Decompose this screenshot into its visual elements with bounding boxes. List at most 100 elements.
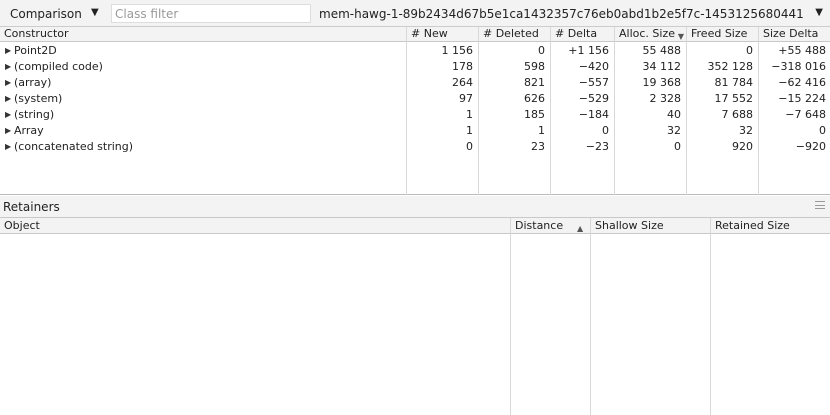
constructor-cell: ▶ (array) <box>0 75 51 91</box>
column-header-shallow-size[interactable]: Shallow Size <box>591 218 710 234</box>
delta-cell: −529 <box>578 92 609 105</box>
column-header-constructor[interactable]: Constructor <box>0 27 406 42</box>
column-header-alloc-size[interactable]: Alloc. Size ▼ <box>615 27 686 42</box>
table-row[interactable]: ▶ (array) 264 821 −557 19 368 81 784 −62 416 <box>0 75 830 91</box>
column-divider <box>710 218 711 415</box>
alloc-cell: 34 112 <box>642 60 682 73</box>
class-filter-input[interactable] <box>111 4 311 23</box>
triangle-right-icon[interactable]: ▶ <box>5 107 13 123</box>
alloc-cell: 19 368 <box>642 76 682 89</box>
alloc-cell: 2 328 <box>649 92 682 105</box>
constructor-cell: ▶ (concatenated string) <box>0 139 133 155</box>
freed-cell: 920 <box>732 140 753 153</box>
constructor-cell: ▶ (system) <box>0 91 62 107</box>
delta-cell: 0 <box>602 124 609 137</box>
column-header-distance-label: Distance <box>515 219 564 232</box>
alloc-cell: 55 488 <box>642 44 682 57</box>
table-row[interactable]: ▶ (system) 97 626 −529 2 328 17 552 −15 224 <box>0 91 830 107</box>
constructor-name: (concatenated string) <box>14 140 134 153</box>
freed-cell: 0 <box>746 44 753 57</box>
column-header-distance[interactable]: Distance ▲ <box>511 218 590 234</box>
column-divider <box>510 218 511 415</box>
retainers-title: Retainers <box>3 200 60 214</box>
alloc-cell: 0 <box>674 140 681 153</box>
table-row[interactable]: ▶ Point2D 1 156 0 +1 156 55 488 0 +55 488 <box>0 43 830 59</box>
table-row[interactable]: ▶ (string) 1 185 −184 40 7 688 −7 648 <box>0 107 830 123</box>
new-cell: 0 <box>466 140 473 153</box>
column-header-retained-size[interactable]: Retained Size <box>711 218 830 234</box>
constructor-cell: ▶ Array <box>0 123 44 139</box>
freed-cell: 352 128 <box>707 60 754 73</box>
constructor-name: (string) <box>14 108 55 121</box>
retainers-panel-header: Retainers <box>0 196 830 218</box>
alloc-cell: 32 <box>667 124 681 137</box>
constructor-cell: ▶ (string) <box>0 107 54 123</box>
triangle-right-icon[interactable]: ▶ <box>5 43 13 59</box>
table-row[interactable]: ▶ Array 1 1 0 32 32 0 <box>0 123 830 139</box>
size-delta-cell: −318 016 <box>771 60 826 73</box>
deleted-cell: 626 <box>524 92 545 105</box>
column-header-new[interactable]: # New <box>407 27 478 42</box>
constructor-name: (compiled code) <box>14 60 103 73</box>
column-header-delta[interactable]: # Delta <box>551 27 614 42</box>
toolbar: Comparison ▼ mem-hawg-1-89b2434d67b5e1ca… <box>0 0 830 27</box>
column-header-object[interactable]: Object <box>0 218 510 234</box>
triangle-right-icon[interactable]: ▶ <box>5 75 13 91</box>
triangle-right-icon[interactable]: ▶ <box>5 59 13 75</box>
size-delta-cell: −15 224 <box>778 92 826 105</box>
constructor-name: (system) <box>14 92 63 105</box>
table-row[interactable]: ▶ (concatenated string) 0 23 −23 0 920 −920 <box>0 139 830 155</box>
constructor-cell: ▶ Point2D <box>0 43 57 59</box>
triangle-right-icon[interactable]: ▶ <box>5 91 13 107</box>
new-cell: 1 156 <box>441 44 474 57</box>
delta-cell: −420 <box>578 60 609 73</box>
deleted-cell: 821 <box>524 76 545 89</box>
freed-cell: 32 <box>739 124 753 137</box>
retainers-table-header: Object Distance ▲ Shallow Size Retained S… <box>0 218 830 234</box>
constructor-cell: ▶ (compiled code) <box>0 59 103 75</box>
deleted-cell: 598 <box>524 60 545 73</box>
base-snapshot-select[interactable]: mem-hawg-1-89b2434d67b5e1ca1432357c76eb0… <box>319 6 825 22</box>
comparison-table: Constructor # New # Deleted # Delta Allo… <box>0 27 830 195</box>
constructor-name: Point2D <box>14 44 57 57</box>
constructor-name: (array) <box>14 76 52 89</box>
size-delta-cell: +55 488 <box>778 44 826 57</box>
column-header-alloc-size-label: Alloc. Size <box>619 27 675 40</box>
new-cell: 264 <box>452 76 473 89</box>
delta-cell: +1 156 <box>568 44 609 57</box>
column-header-freed-size[interactable]: Freed Size <box>687 27 758 42</box>
menu-icon[interactable] <box>815 201 825 209</box>
freed-cell: 81 784 <box>714 76 754 89</box>
column-header-size-delta[interactable]: Size Delta <box>759 27 830 42</box>
chevron-down-icon: ▼ <box>815 7 823 18</box>
freed-cell: 17 552 <box>714 92 754 105</box>
delta-cell: −23 <box>585 140 609 153</box>
new-cell: 178 <box>452 60 473 73</box>
deleted-cell: 185 <box>524 108 545 121</box>
new-cell: 97 <box>459 92 473 105</box>
retainers-table: Object Distance ▲ Shallow Size Retained S… <box>0 218 830 415</box>
size-delta-cell: −7 648 <box>785 108 826 121</box>
view-mode-select[interactable]: Comparison ▼ <box>4 6 104 22</box>
deleted-cell: 0 <box>538 44 545 57</box>
size-delta-cell: 0 <box>819 124 826 137</box>
size-delta-cell: −920 <box>795 140 826 153</box>
new-cell: 1 <box>466 108 473 121</box>
column-header-deleted[interactable]: # Deleted <box>479 27 550 42</box>
view-mode-label: Comparison <box>10 7 82 21</box>
deleted-cell: 1 <box>538 124 545 137</box>
triangle-right-icon[interactable]: ▶ <box>5 123 13 139</box>
delta-cell: −557 <box>578 76 609 89</box>
alloc-cell: 40 <box>667 108 681 121</box>
deleted-cell: 23 <box>531 140 545 153</box>
triangle-right-icon[interactable]: ▶ <box>5 139 13 155</box>
column-divider <box>590 218 591 415</box>
table-row[interactable]: ▶ (compiled code) 178 598 −420 34 112 352 128 −… <box>0 59 830 75</box>
sort-down-icon: ▼ <box>677 32 684 41</box>
sort-up-icon: ▲ <box>577 224 584 233</box>
snapshot-label: mem-hawg-1-89b2434d67b5e1ca1432357c76eb0… <box>319 7 804 21</box>
chevron-down-icon: ▼ <box>91 7 99 18</box>
table-header: Constructor # New # Deleted # Delta Allo… <box>0 27 830 42</box>
constructor-name: Array <box>14 124 44 137</box>
new-cell: 1 <box>466 124 473 137</box>
